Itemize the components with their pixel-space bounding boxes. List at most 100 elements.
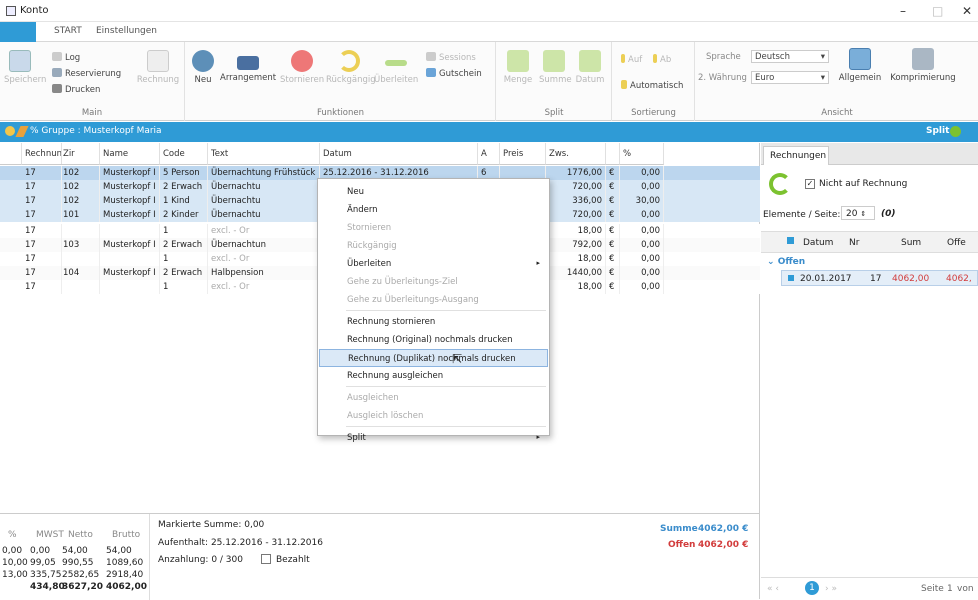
table-cell: Musterkopf I [100, 208, 160, 222]
menu-item[interactable]: Rechnung stornieren [319, 313, 548, 331]
log-icon [52, 52, 62, 61]
menu-item[interactable]: Rechnung (Duplikat) nochmals drucken [319, 349, 548, 367]
invoice-button[interactable]: Rechnung [136, 50, 180, 85]
tab-invoices[interactable]: Rechnungen [763, 146, 829, 165]
grid-col-header[interactable]: Datum [320, 143, 478, 165]
sort-asc-button[interactable]: Auf [621, 54, 642, 65]
invoice-row[interactable]: 20.01.2017 17 4062,00 4062, [781, 270, 978, 286]
paid-checkbox[interactable] [261, 554, 271, 564]
table-cell: 103 [60, 238, 100, 252]
split-qty-button[interactable]: Menge [503, 50, 533, 85]
current-page-indicator[interactable]: 1 [805, 581, 819, 595]
group-label-functions: Funktionen [316, 108, 365, 118]
grid-col-header[interactable]: Text [208, 143, 320, 165]
grid-col-header[interactable]: Preis [500, 143, 546, 165]
menu-item[interactable]: Neu [319, 183, 548, 201]
group-open[interactable]: ⌄ Offen [767, 257, 805, 267]
stepper-icon: ⇕ [860, 210, 867, 218]
compress-button[interactable]: Komprimierung [888, 48, 958, 83]
currency-select[interactable]: Euro ▾ [751, 71, 829, 84]
ribbon-group-functions: Neu Arrangement Stornieren Rückgängig Üb… [186, 42, 496, 121]
table-cell: 1 [160, 252, 208, 266]
grid-col-header[interactable]: Zws. [546, 143, 606, 165]
tax-col-header: Netto [68, 530, 93, 540]
menu-item-label: Stornieren [347, 223, 392, 233]
new-button[interactable]: Neu [190, 50, 216, 85]
menu-item[interactable]: Ändern [319, 201, 548, 219]
transfer-button[interactable]: Überleiten [374, 50, 418, 85]
grid-col-header[interactable]: Name [100, 143, 160, 165]
sessions-button[interactable]: Sessions [426, 52, 476, 63]
table-cell: 0,00 [620, 224, 664, 238]
menu-item[interactable]: Stornieren [319, 219, 548, 237]
group-bar: % Gruppe : Musterkopf Maria Split [0, 122, 978, 142]
next-page-icon[interactable]: › » [825, 584, 837, 594]
select-all-icon[interactable] [787, 237, 794, 244]
language-select[interactable]: Deutsch ▾ [751, 50, 829, 63]
tab-settings[interactable]: Einstellungen [96, 26, 157, 36]
group-label-sort: Sortierung [631, 108, 676, 118]
table-cell: 336,00 [546, 194, 606, 208]
table-cell: 792,00 [546, 238, 606, 252]
menu-item[interactable]: Split ▸ [319, 429, 548, 447]
pencil-icon[interactable] [15, 126, 29, 137]
tab-start[interactable]: START [54, 26, 82, 36]
first-page-icon[interactable]: « ‹ [767, 584, 779, 594]
chevron-down-icon: ▾ [820, 73, 825, 83]
voucher-button[interactable]: Gutschein [426, 68, 482, 79]
menu-item[interactable]: Gehe zu Überleitungs-Ausgang [319, 291, 548, 309]
table-cell: Übernachtu [208, 208, 320, 222]
table-cell: Musterkopf I [100, 180, 160, 194]
col-sum[interactable]: Sum [901, 238, 921, 248]
sort-desc-button[interactable]: Ab [653, 54, 671, 65]
file-tab[interactable] [0, 22, 36, 42]
per-page-input[interactable]: 20 ⇕ [841, 206, 875, 220]
invoice-sum: 4062,00 [892, 274, 930, 284]
split-sum-button[interactable]: Summe [539, 50, 572, 85]
save-button[interactable]: Speichern [4, 50, 46, 85]
minimize-button[interactable]: – [900, 4, 906, 18]
grid-col-header[interactable]: % [620, 143, 664, 165]
grid-col-header[interactable] [606, 143, 620, 165]
reservation-button[interactable]: Reservierung [52, 68, 121, 79]
col-open[interactable]: Offe [947, 238, 966, 248]
record-count: (0) [881, 209, 896, 219]
table-cell: 17 [22, 238, 62, 252]
log-button[interactable]: Log [52, 52, 80, 63]
menu-item[interactable]: Ausgleich löschen [319, 407, 548, 425]
table-cell: € [606, 238, 620, 252]
menu-item[interactable]: Überleiten ▸ [319, 255, 548, 273]
grid-col-header[interactable]: Rechnung [22, 143, 62, 165]
menu-item[interactable]: Gehe zu Überleitungs-Ziel [319, 273, 548, 291]
sort-auto-button[interactable]: Automatisch [621, 80, 683, 91]
col-nr[interactable]: Nr [849, 238, 859, 248]
maximize-button[interactable]: □ [932, 4, 943, 18]
split-status-icon[interactable] [950, 126, 961, 137]
refresh-icon[interactable] [769, 173, 791, 195]
title-bar: Konto – □ ✕ [0, 0, 978, 22]
grid-col-header[interactable]: Code [160, 143, 208, 165]
group-label-main: Main [81, 108, 103, 118]
table-cell: 17 [22, 252, 62, 266]
grid-col-header[interactable]: A [478, 143, 500, 165]
split-toggle-label[interactable]: Split [926, 126, 949, 136]
window-title: Konto [20, 5, 49, 16]
grid-col-header[interactable]: Zir [60, 143, 100, 165]
total-value: 4062,00 € [698, 524, 749, 534]
menu-item[interactable]: Ausgleichen [319, 389, 548, 407]
not-on-invoice-checkbox[interactable]: ✓ [805, 179, 815, 189]
menu-item[interactable]: Rechnung ausgleichen [319, 367, 548, 385]
ribbon-group-main: Speichern Log Reservierung Drucken Rechn… [0, 42, 185, 121]
table-cell: 2 Erwach [160, 266, 208, 280]
menu-item[interactable]: Rückgängig [319, 237, 548, 255]
print-button[interactable]: Drucken [52, 84, 100, 95]
cancel-button[interactable]: Stornieren [280, 50, 324, 85]
arrangement-button[interactable]: Arrangement [220, 50, 276, 83]
general-view-button[interactable]: Allgemein [836, 48, 884, 83]
split-sum-icon [543, 50, 565, 72]
split-date-button[interactable]: Datum [575, 50, 605, 85]
undo-button[interactable]: Rückgängig [326, 50, 376, 85]
col-date[interactable]: Datum [803, 238, 833, 248]
close-button[interactable]: ✕ [962, 4, 972, 18]
menu-item[interactable]: Rechnung (Original) nochmals drucken [319, 331, 548, 349]
